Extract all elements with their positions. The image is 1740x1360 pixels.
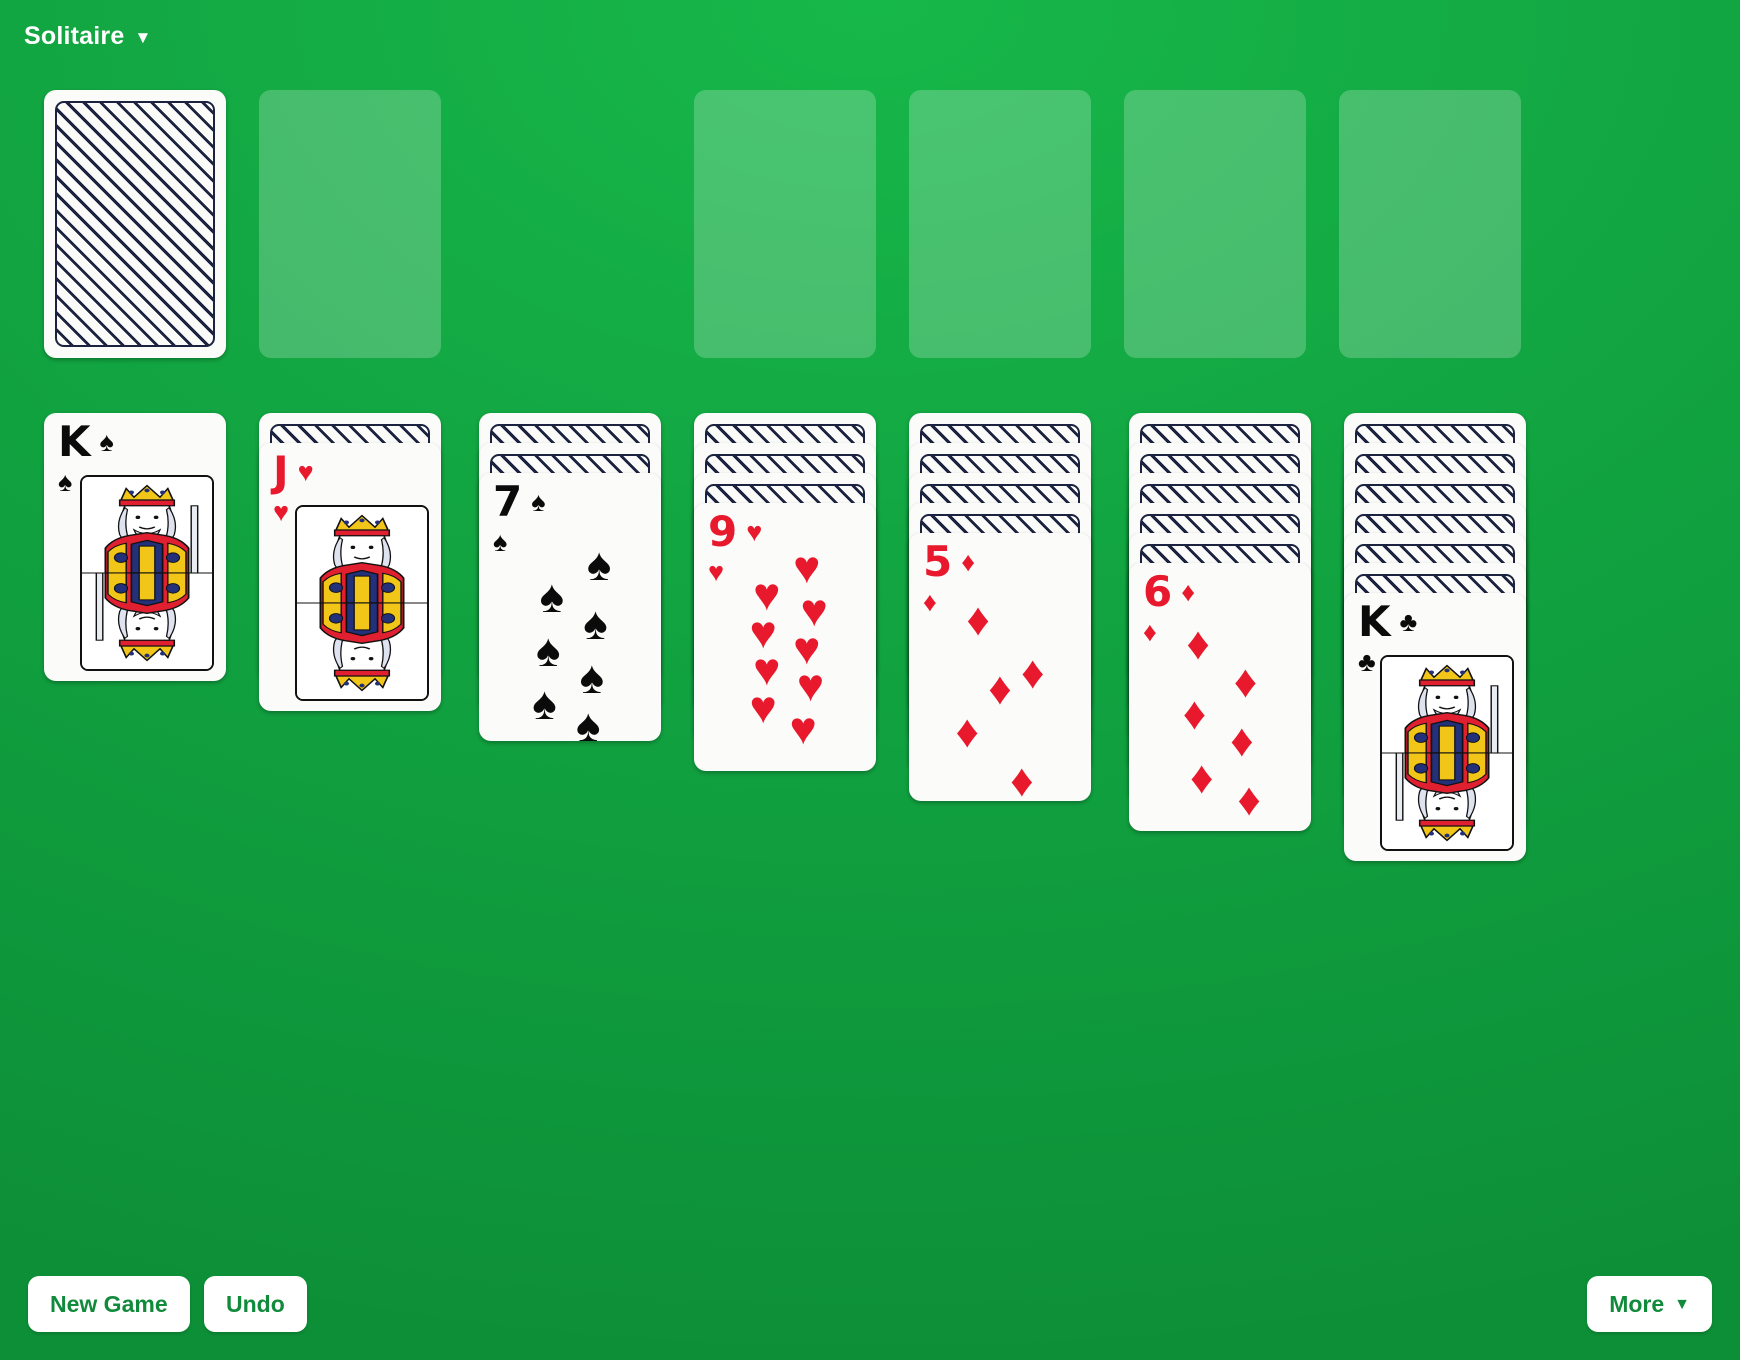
new-game-label: New Game (50, 1290, 168, 1317)
foundation-hearts-empty-slot[interactable] (909, 90, 1091, 358)
card-suit-icon: ♥ (297, 456, 314, 487)
card-pip: ♦ (1182, 687, 1207, 740)
card-pip: ♦ (1021, 646, 1045, 699)
court-card-artwork (1380, 655, 1514, 851)
foundation-spades-empty-slot[interactable] (694, 90, 876, 358)
card-rank: K (58, 417, 91, 466)
card-pip: ♠ (539, 570, 565, 623)
more-label: More (1609, 1290, 1665, 1317)
foundation-diamonds-empty-slot[interactable] (1339, 90, 1521, 358)
card-pip-field: ♦ ♦ ♦ ♦ ♦ (909, 533, 1091, 801)
card-pip: ♦ (1237, 772, 1261, 825)
card-pip: ♠ (583, 597, 608, 650)
more-button[interactable]: More ▼ (1587, 1276, 1712, 1332)
waste-pile-empty-slot[interactable] (259, 90, 441, 358)
card-pip: ♦ (1190, 751, 1214, 804)
card-pip: ♦ (1233, 654, 1258, 707)
card-pip: ♦ (1186, 617, 1210, 670)
card-pip: ♦ (955, 705, 979, 758)
tableau-faceup-card[interactable]: K ♣ ♣ (1344, 593, 1526, 861)
card-pip: ♥ (749, 680, 777, 733)
stock-card[interactable] (44, 90, 226, 358)
new-game-button[interactable]: New Game (28, 1276, 190, 1332)
foundation-clubs-empty-slot[interactable] (1124, 90, 1306, 358)
card-pip: ♦ (988, 662, 1012, 715)
card-pip-field: ♥ ♥ ♥ ♥ ♥ ♥ ♥ ♥ ♥ (694, 503, 876, 771)
card-pip: ♦ (1010, 753, 1034, 801)
card-pip: ♠ (579, 650, 605, 703)
card-pip: ♠ (575, 698, 601, 741)
card-pip: ♦ (966, 592, 990, 645)
card-pip: ♥ (789, 702, 817, 755)
tableau-faceup-card[interactable]: 9 ♥ ♥ ♥ ♥ ♥ ♥ ♥ ♥ ♥ ♥ ♥ (694, 503, 876, 771)
card-pip: ♠ (586, 538, 612, 591)
card-pip: ♦ (1230, 713, 1254, 766)
card-suit-icon: ♣ (1399, 606, 1418, 637)
card-rank: K (1358, 597, 1391, 646)
card-pip-field: ♠ ♠ ♠ ♠ ♠ ♠ ♠ (479, 473, 661, 741)
undo-button[interactable]: Undo (204, 1276, 307, 1332)
chevron-down-icon: ▼ (1674, 1296, 1690, 1313)
court-card-artwork (295, 505, 429, 701)
card-rank: J (273, 447, 289, 496)
card-suit-icon: ♠ (99, 426, 114, 457)
card-pip: ♠ (535, 623, 561, 676)
tableau-faceup-card[interactable]: 6 ♦ ♦ ♦ ♦ ♦ ♦ ♦ ♦ (1129, 563, 1311, 831)
court-card-artwork (80, 475, 214, 671)
game-board: K ♠ ♠ J ♥ ♥ 7 ♠ ♠ ♠ ♠ ♠ ♠ ♠ ♠ ♠ 9 ♥ ♥ ♥ … (0, 0, 1740, 1360)
tableau-faceup-card[interactable]: K ♠ ♠ (44, 413, 226, 681)
card-pip-field: ♦ ♦ ♦ ♦ ♦ ♦ (1129, 563, 1311, 831)
card-pip: ♠ (532, 677, 557, 730)
undo-label: Undo (226, 1290, 285, 1317)
tableau-faceup-card[interactable]: 7 ♠ ♠ ♠ ♠ ♠ ♠ ♠ ♠ ♠ (479, 473, 661, 741)
tableau-faceup-card[interactable]: J ♥ ♥ (259, 443, 441, 711)
tableau-faceup-card[interactable]: 5 ♦ ♦ ♦ ♦ ♦ ♦ ♦ (909, 533, 1091, 801)
